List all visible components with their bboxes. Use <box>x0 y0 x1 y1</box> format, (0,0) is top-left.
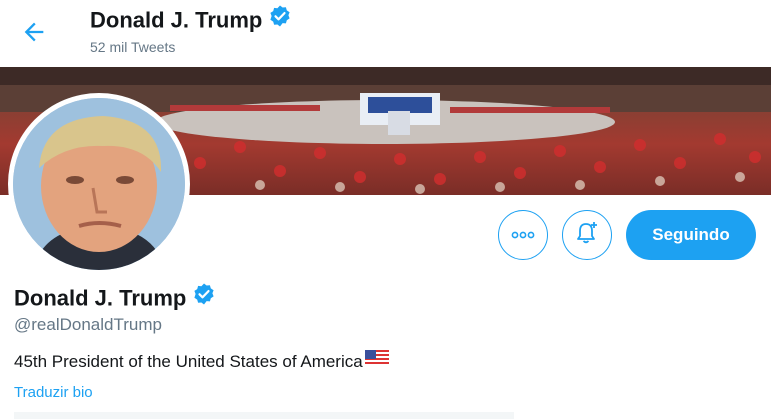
following-button[interactable]: Seguindo <box>626 210 756 260</box>
us-flag-icon <box>364 349 389 372</box>
clipped-next-line <box>14 412 514 419</box>
notifications-button[interactable] <box>562 210 612 260</box>
back-arrow-icon[interactable] <box>20 18 48 46</box>
profile-bio-text: 45th President of the United States of A… <box>14 352 363 371</box>
profile-header: Donald J. Trump 52 mil Tweets <box>0 0 771 67</box>
profile-name-text: Donald J. Trump <box>14 285 187 311</box>
more-dots-icon <box>511 226 535 244</box>
bell-plus-icon <box>574 220 600 251</box>
header-title: Donald J. Trump <box>90 4 292 37</box>
profile-avatar[interactable] <box>8 93 190 275</box>
avatar-image <box>13 98 185 270</box>
profile-handle: @realDonaldTrump <box>14 315 162 334</box>
header-title-text: Donald J. Trump <box>90 7 263 33</box>
verified-badge-icon <box>268 4 292 35</box>
profile-name: Donald J. Trump <box>14 282 216 315</box>
translate-bio-link[interactable]: Traduzir bio <box>14 384 93 402</box>
more-options-button[interactable] <box>498 210 548 260</box>
tweet-count: 52 mil Tweets <box>90 39 176 55</box>
verified-badge-icon <box>192 282 216 313</box>
profile-bio: 45th President of the United States of A… <box>14 349 389 374</box>
